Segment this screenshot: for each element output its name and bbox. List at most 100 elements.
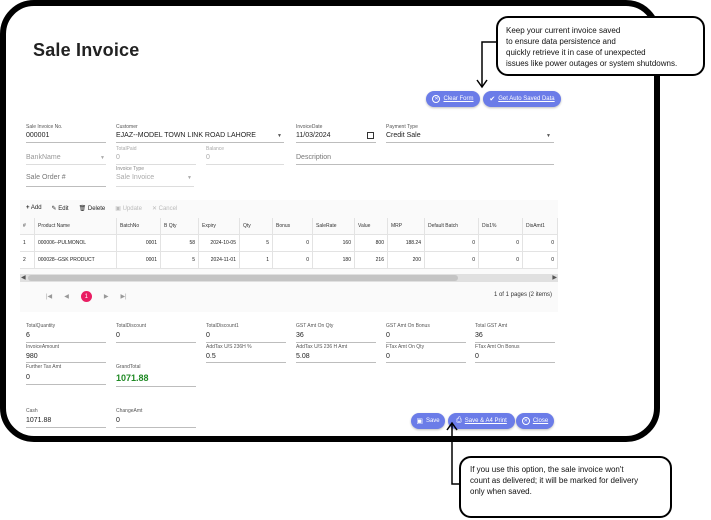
sale-order-input[interactable]: Sale Order # [26, 174, 66, 181]
auto-save-callout: Keep your current invoice saved to ensur… [496, 16, 705, 76]
next-page-icon[interactable]: ▶ [104, 293, 109, 300]
column-header[interactable]: SaleRate [312, 218, 355, 235]
calendar-icon[interactable] [367, 132, 374, 139]
check-icon: ✔ [489, 96, 496, 103]
get-auto-saved-data-button[interactable]: ✔ Get Auto Saved Data [483, 91, 561, 107]
addtax-236h-amt-label: AddTax U/S 236 H Amt [296, 344, 348, 350]
column-header[interactable]: Dis1% [478, 218, 523, 235]
page-1-button[interactable]: 1 [80, 291, 92, 302]
total-discount-value[interactable]: 0 [116, 332, 120, 339]
gst-amt-on-bonus-value[interactable]: 0 [386, 332, 390, 339]
scroll-right-icon[interactable]: ▶ [552, 274, 557, 281]
column-header[interactable]: Product Name [34, 218, 117, 235]
products-grid: + Add ✎ Edit 🗑 Delete ▣ Update ✕ Cancel … [20, 200, 558, 312]
bank-name-dropdown-icon[interactable]: ▼ [100, 155, 105, 161]
cell[interactable]: 0 [424, 251, 479, 269]
cell[interactable]: 000006--PULMONOL [34, 234, 117, 252]
cell[interactable]: 5 [160, 251, 199, 269]
cell[interactable]: 0 [522, 234, 558, 252]
further-tax-amt-value[interactable]: 0 [26, 374, 30, 381]
payment-type-select[interactable]: Credit Sale [386, 132, 421, 139]
addtax-236h-amt-value[interactable]: 5.08 [296, 353, 310, 360]
cancel-button[interactable]: ✕ Cancel [152, 205, 177, 212]
column-header[interactable]: BatchNo [116, 218, 161, 235]
cell[interactable]: 800 [354, 234, 388, 252]
gst-amt-on-qty-value[interactable]: 36 [296, 332, 304, 339]
cell[interactable]: 0 [272, 234, 313, 252]
cell[interactable]: 216 [354, 251, 388, 269]
column-header[interactable]: # [20, 218, 35, 235]
cell[interactable]: 200 [387, 251, 425, 269]
change-amt-underline [116, 427, 196, 428]
cell[interactable]: 0 [272, 251, 313, 269]
cell[interactable]: 0 [522, 251, 558, 269]
delete-button[interactable]: 🗑 Delete [79, 205, 106, 212]
callout-line: issues like power outages or system shut… [506, 59, 678, 68]
close-button[interactable]: ✕ Close [516, 413, 554, 429]
ftax-amt-on-bonus-value[interactable]: 0 [475, 353, 479, 360]
addtax-236h-pct-value[interactable]: 0.5 [206, 353, 216, 360]
save-icon: ▣ [416, 418, 423, 425]
add-button[interactable]: + Add [26, 205, 42, 212]
column-header[interactable]: Expiry [198, 218, 240, 235]
table-row[interactable]: 1 000006--PULMONOL 0001 58 2024-10-05 5 … [20, 234, 558, 252]
column-header[interactable]: Bonus [272, 218, 313, 235]
invoice-amount-label: InvoiceAmount [26, 344, 60, 350]
last-page-icon[interactable]: ▶| [120, 293, 126, 300]
cash-input[interactable]: 1071.88 [26, 417, 51, 424]
prev-page-icon[interactable]: ◀ [64, 293, 69, 300]
cell[interactable]: 2024-11-01 [198, 251, 240, 269]
invoice-type-select[interactable]: Sale Invoice [116, 174, 154, 181]
description-input[interactable]: Description [296, 154, 331, 161]
cell[interactable]: 0001 [116, 251, 161, 269]
cell[interactable]: 160 [312, 234, 355, 252]
customer-dropdown-icon[interactable]: ▼ [277, 133, 282, 139]
column-header[interactable]: DisAmt1 [522, 218, 558, 235]
cell[interactable]: 0 [424, 234, 479, 252]
cell[interactable]: 188.24 [387, 234, 425, 252]
cell[interactable]: 2024-10-05 [198, 234, 240, 252]
edit-button[interactable]: ✎ Edit [52, 205, 69, 212]
column-header[interactable]: Qty [239, 218, 273, 235]
change-amt-label: ChangeAmt [116, 408, 143, 414]
invoice-type-dropdown-icon[interactable]: ▼ [187, 175, 192, 181]
horizontal-scrollbar[interactable]: ◀ ▶ [20, 274, 558, 282]
payment-type-label: Payment Type [386, 124, 418, 130]
update-button[interactable]: ▣ Update [115, 205, 142, 212]
invoice-amount-value[interactable]: 980 [26, 353, 38, 360]
sale-invoice-no-value[interactable]: 000001 [26, 132, 49, 139]
change-amt-value[interactable]: 0 [116, 417, 120, 424]
cell[interactable]: 000028--GSK PRODUCT [34, 251, 117, 269]
cell[interactable]: 58 [160, 234, 199, 252]
cell[interactable]: 180 [312, 251, 355, 269]
callout-line: Keep your current invoice saved [506, 26, 621, 35]
column-header[interactable]: MRP [387, 218, 425, 235]
total-discount1-value[interactable]: 0 [206, 332, 210, 339]
page-title: Sale Invoice [33, 40, 140, 60]
total-discount1-label: TotalDiscount1 [206, 323, 239, 329]
cell[interactable]: 0 [478, 251, 523, 269]
column-header[interactable]: Value [354, 218, 388, 235]
first-page-icon[interactable]: |◀ [46, 293, 52, 300]
column-header[interactable]: Default Batch [424, 218, 479, 235]
column-header[interactable]: B Qty [160, 218, 199, 235]
clear-form-button[interactable]: ✕ Clear Form [426, 91, 480, 107]
cell[interactable]: 0001 [116, 234, 161, 252]
cell[interactable]: 5 [239, 234, 273, 252]
total-quantity-value[interactable]: 6 [26, 332, 30, 339]
save-button[interactable]: ▣ Save [411, 413, 445, 429]
customer-select[interactable]: EJAZ--MODEL TOWN LINK ROAD LAHORE [116, 132, 256, 139]
scroll-left-icon[interactable]: ◀ [21, 274, 26, 281]
ftax-amt-on-qty-value[interactable]: 0 [386, 353, 390, 360]
total-gst-amt-value[interactable]: 36 [475, 332, 483, 339]
bank-name-select[interactable]: BankName [26, 154, 61, 161]
payment-type-dropdown-icon[interactable]: ▼ [546, 133, 551, 139]
table-row[interactable]: 2 000028--GSK PRODUCT 0001 5 2024-11-01 … [20, 251, 558, 269]
cell: 2 [20, 251, 35, 269]
cell[interactable]: 0 [478, 234, 523, 252]
invoice-date-label: InvoiceDate [296, 124, 323, 130]
invoice-date-input[interactable]: 11/03/2024 [296, 132, 331, 139]
scrollbar-thumb[interactable] [28, 275, 458, 281]
cell[interactable]: 1 [239, 251, 273, 269]
grid-toolbar: + Add ✎ Edit 🗑 Delete ▣ Update ✕ Cancel [26, 205, 177, 212]
